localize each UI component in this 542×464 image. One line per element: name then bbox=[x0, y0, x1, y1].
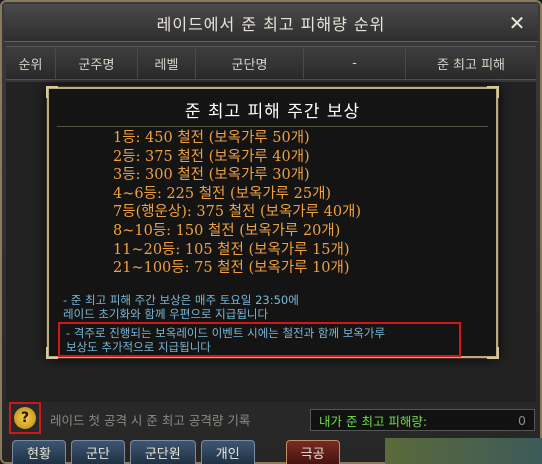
reward-item: 8~10등: 150 철전 (보옥가루 20개) bbox=[113, 222, 341, 239]
column-header-dash[interactable]: - bbox=[304, 47, 406, 79]
my-max-damage-value: 0 bbox=[518, 412, 526, 428]
help-button[interactable]: ? bbox=[9, 402, 41, 434]
reward-item: 3등: 300 철전 (보옥가루 30개) bbox=[113, 167, 310, 184]
record-label: 레이드 첫 공격 시 준 최고 공격량 기록 bbox=[50, 413, 251, 428]
tab-legion[interactable]: 군단 bbox=[70, 440, 125, 464]
close-icon[interactable]: ✕ bbox=[504, 10, 530, 36]
background-scenery bbox=[385, 438, 542, 464]
reward-item: 1등: 450 철전 (보옥가루 50개) bbox=[113, 130, 310, 146]
tab-legion-members[interactable]: 군단원 bbox=[129, 440, 196, 464]
corner-ornament bbox=[46, 347, 58, 359]
title-bar: 레이드에서 준 최고 피해량 순위 ✕ bbox=[4, 4, 538, 42]
reward-item: 11~20등: 105 철전 (보옥가루 15개) bbox=[113, 241, 350, 258]
notice-line: 보상도 추가적으로 지급됩니다 bbox=[66, 340, 211, 354]
notice-line: - 격주로 진행되는 보옥레이드 이벤트 시에는 철전과 함께 보옥가루 bbox=[66, 326, 386, 340]
my-max-damage-box: 내가 준 최고 피해량: 0 bbox=[310, 409, 535, 431]
reward-schedule-notice: - 준 최고 피해 주간 보상은 매주 토요일 23:50에 레이드 초기화와 … bbox=[63, 293, 483, 321]
column-header-max-damage[interactable]: 준 최고 피해 bbox=[406, 47, 536, 79]
popup-title: 준 최고 피해 주간 보상 bbox=[184, 102, 361, 122]
ranking-table-header: 순위 군주명 레벨 군단명 - 준 최고 피해 bbox=[6, 46, 536, 80]
tab-status[interactable]: 현황 bbox=[12, 440, 66, 464]
reward-item: 21~100등: 75 철전 (보옥가루 10개) bbox=[113, 260, 350, 277]
reward-item: 4~6등: 225 철전 (보옥가루 25개) bbox=[113, 185, 332, 202]
question-mark-icon: ? bbox=[14, 407, 36, 429]
tab-max-damage[interactable]: 극공 bbox=[285, 440, 340, 464]
column-header-legion-name[interactable]: 군단명 bbox=[196, 47, 304, 79]
reward-list: 1등: 450 철전 (보옥가루 50개) 2등: 375 철전 (보옥가루 4… bbox=[113, 129, 483, 278]
reward-item: 2등: 375 철전 (보옥가루 40개) bbox=[113, 148, 310, 165]
notice-line: - 준 최고 피해 주간 보상은 매주 토요일 23:50에 bbox=[63, 293, 299, 307]
weekly-reward-popup: 준 최고 피해 주간 보상 1등: 450 철전 (보옥가루 50개) 2등: … bbox=[46, 86, 499, 359]
bottom-tab-bar: 현황 군단 군단원 개인 극공 bbox=[12, 440, 340, 464]
column-header-lord-name[interactable]: 군주명 bbox=[56, 47, 138, 79]
column-header-level[interactable]: 레벨 bbox=[138, 47, 196, 79]
corner-ornament bbox=[487, 347, 499, 359]
window-title: 레이드에서 준 최고 피해량 순위 bbox=[156, 14, 386, 34]
divider bbox=[57, 126, 488, 127]
tab-personal[interactable]: 개인 bbox=[200, 440, 255, 464]
highlighted-event-notice: - 격주로 진행되는 보옥레이드 이벤트 시에는 철전과 함께 보옥가루 보상도… bbox=[58, 322, 461, 357]
notice-line: 레이드 초기화와 함께 우편으로 지급됩니다 bbox=[63, 307, 269, 321]
column-header-rank[interactable]: 순위 bbox=[6, 47, 56, 79]
my-max-damage-label: 내가 준 최고 피해량: bbox=[319, 413, 428, 429]
reward-item: 7등(행운상): 375 철전 (보옥가루 40개) bbox=[113, 204, 362, 221]
